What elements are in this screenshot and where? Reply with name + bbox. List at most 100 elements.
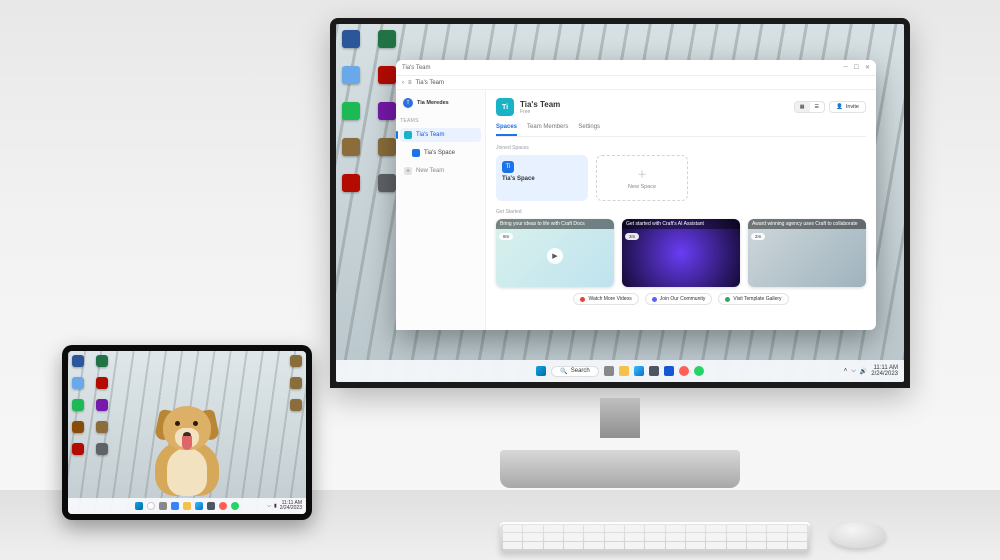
sidebar-item-label: Tia's Team [416,132,445,138]
store-icon[interactable] [649,366,659,376]
main-pane: Ti Tia's Team Free ▦ ☰ [486,90,876,330]
pinned-app-icon[interactable] [664,366,674,376]
space-name: Tia's Space [502,176,582,182]
desktop-icon[interactable] [96,377,108,389]
footer-link[interactable]: Visit Template Gallery [718,293,788,305]
team-badge: Ti [496,98,514,116]
desktop-icon[interactable] [72,399,84,411]
tab-team-members[interactable]: Team Members [527,124,568,136]
desktop-icon[interactable] [96,355,108,367]
desktop-icon[interactable] [378,30,396,48]
wifi-icon[interactable]: ⌵ [851,368,856,375]
explorer-icon[interactable] [183,502,191,510]
wifi-icon[interactable]: ⌵ [267,503,271,509]
duration-chip: 8m [499,233,513,240]
desktop-icon[interactable] [96,443,108,455]
tab-settings[interactable]: Settings [578,124,600,136]
section-joined-spaces: Joined Spaces [496,145,866,151]
desktop-icon[interactable] [342,30,360,48]
invite-label: Invite [846,104,859,110]
view-toggle[interactable]: ▦ ☰ [794,101,825,113]
keyboard [500,522,810,552]
page-title: Tia's Team [520,100,560,109]
doc-card[interactable]: Get started with Craft's AI Assistant 3m [622,219,740,287]
dot-icon [580,297,585,302]
footer-link[interactable]: Watch More Videos [573,293,638,305]
sidebar-item-team[interactable]: Tia's Team [400,128,481,142]
dot-icon [652,297,657,302]
list-view-icon[interactable]: ☰ [810,102,824,112]
footer-link[interactable]: Join Our Community [645,293,713,305]
hamburger-icon[interactable]: ≡ [408,80,412,86]
store-icon[interactable] [207,502,215,510]
desktop-icon[interactable] [378,102,396,120]
minimize-icon[interactable]: ─ [843,64,847,71]
edge-icon[interactable] [634,366,644,376]
tablet-taskbar[interactable]: ⌵ ▮ 11:11 AM 2/24/2023 [68,498,306,514]
desktop-icon[interactable] [378,174,396,192]
sidebar: T Tia Meredes Teams Tia's Team Tia's Spa… [396,90,486,330]
desktop-icon[interactable] [72,421,84,433]
pinned-app-icon[interactable] [694,366,704,376]
volume-icon[interactable]: 🔊 [860,368,867,375]
pinned-app-icon[interactable] [219,502,227,510]
golden-retriever [137,376,237,496]
back-icon[interactable]: ‹ [402,80,404,86]
desktop-icon[interactable] [342,102,360,120]
doc-card[interactable]: Award winning agency uses Craft to colla… [748,219,866,287]
desktop-icon[interactable] [96,399,108,411]
user-chip[interactable]: T Tia Meredes [400,96,481,110]
tabs: Spaces Team Members Settings [496,124,866,137]
pinned-app-icon[interactable] [679,366,689,376]
desktop-icon[interactable] [342,138,360,156]
desktop-icon[interactable] [378,66,396,84]
battery-icon[interactable]: ▮ [274,503,277,509]
desktop-icon[interactable] [290,377,302,389]
desktop-icon[interactable] [378,138,396,156]
space-card[interactable]: Ti Tia's Space [496,155,588,201]
search-icon[interactable] [147,502,155,510]
plus-icon: + [404,167,412,175]
section-get-started: Get Started [496,209,866,215]
pinned-app-icon[interactable] [231,502,239,510]
monitor-screen: Tia's Team ─ ☐ ✕ ‹ ≡ Tia's Team [336,24,904,382]
search-icon: 🔍 [560,368,567,375]
grid-view-icon[interactable]: ▦ [795,102,810,112]
close-icon[interactable]: ✕ [865,64,870,71]
system-tray[interactable]: ˄ ⌵ 🔊 11:11 AM 2/24/2023 [844,365,898,377]
toolbar: ‹ ≡ Tia's Team [396,76,876,90]
desktop-icon[interactable] [96,421,108,433]
avatar: T [403,98,413,108]
start-icon[interactable] [536,366,546,376]
duration-chip: 2m [751,233,765,240]
sidebar-item-space[interactable]: Tia's Space [408,146,481,160]
titlebar[interactable]: Tia's Team ─ ☐ ✕ [396,60,876,76]
doc-title: Get started with Craft's AI Assistant [622,219,740,229]
footer-links: Watch More Videos Join Our Community Vis… [496,293,866,305]
sidebar-item-new-team[interactable]: + New Team [400,164,481,178]
desktop-icon[interactable] [72,443,84,455]
explorer-icon[interactable] [619,366,629,376]
doc-card[interactable]: Bring your ideas to life with Craft Docs… [496,219,614,287]
desktop-icon[interactable] [342,174,360,192]
taskview-icon[interactable] [159,502,167,510]
new-space-card[interactable]: ＋ New Space [596,155,688,201]
chevron-up-icon[interactable]: ˄ [844,368,848,374]
taskview-icon[interactable] [604,366,614,376]
invite-button[interactable]: 👤 Invite [829,101,866,113]
desktop-icon[interactable] [72,355,84,367]
maximize-icon[interactable]: ☐ [854,64,859,71]
breadcrumb[interactable]: Tia's Team [416,80,445,86]
start-icon[interactable] [135,502,143,510]
edge-icon[interactable] [195,502,203,510]
desktop-icon[interactable] [290,355,302,367]
main-header: Ti Tia's Team Free ▦ ☰ [496,98,866,116]
taskbar-search[interactable]: 🔍 Search [551,366,599,377]
tab-spaces[interactable]: Spaces [496,124,517,136]
tablet-desktop-icons-right [290,355,302,411]
monitor-taskbar[interactable]: 🔍 Search ˄ ⌵ 🔊 11:11 AM [336,360,904,382]
widgets-icon[interactable] [171,502,179,510]
desktop-icon[interactable] [342,66,360,84]
desktop-icon[interactable] [72,377,84,389]
desktop-icon[interactable] [290,399,302,411]
